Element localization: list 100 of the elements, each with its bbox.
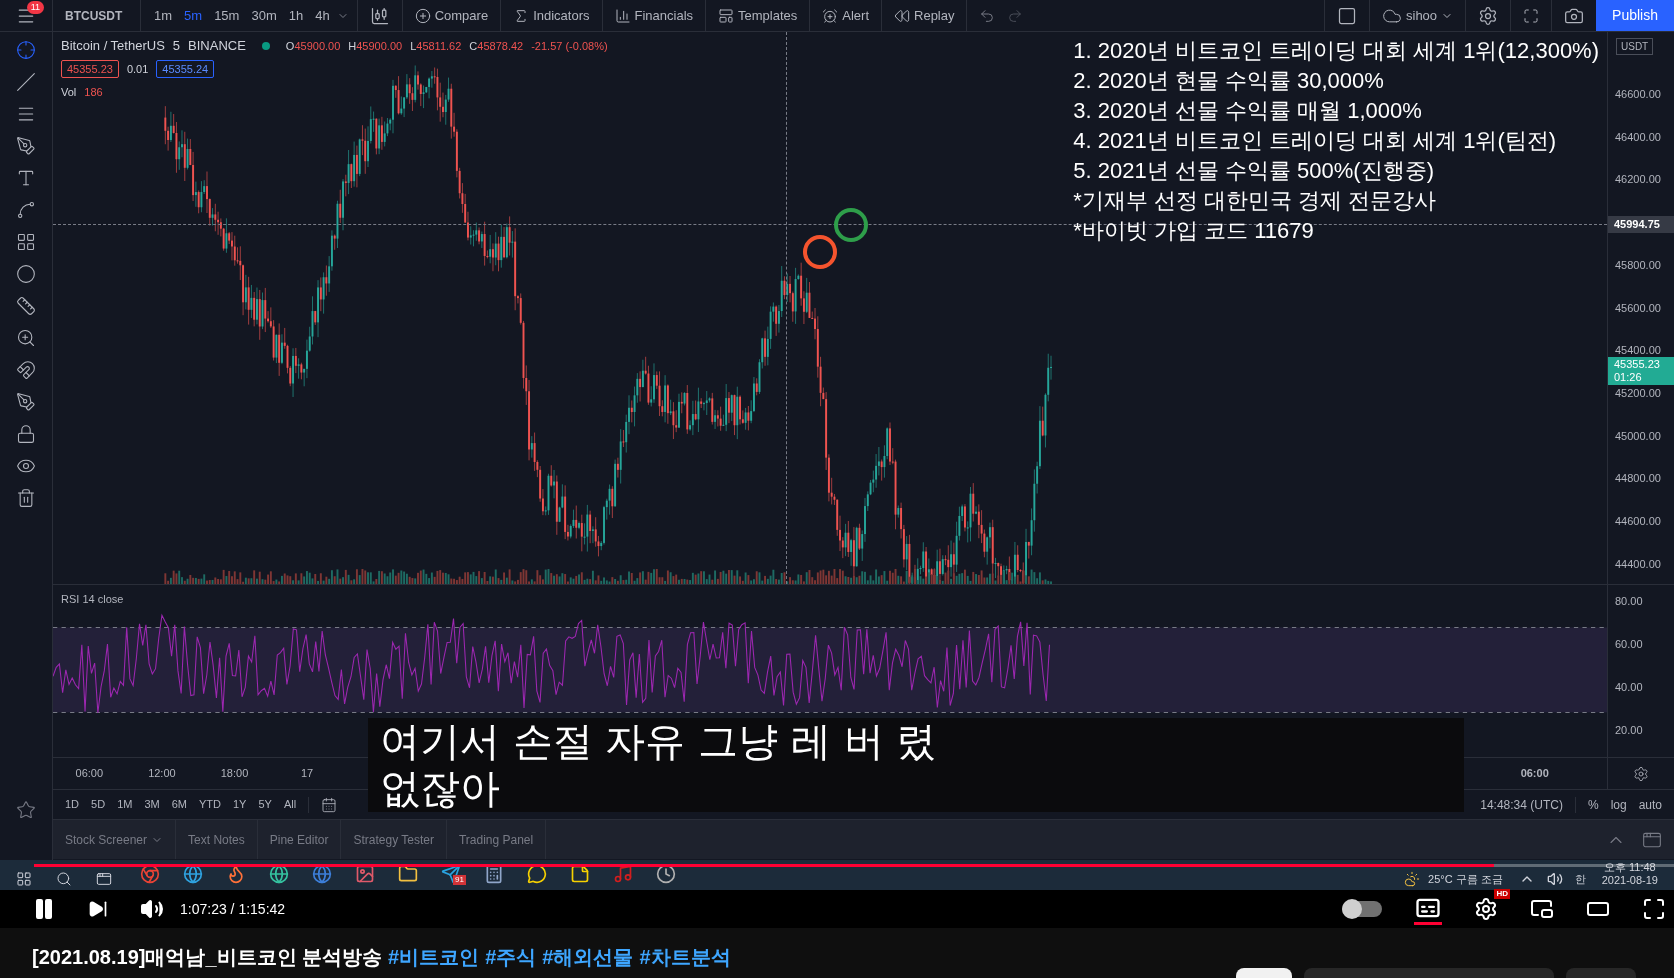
star-icon[interactable] xyxy=(16,800,36,820)
range-button[interactable]: YTD xyxy=(198,796,221,813)
bottom-tab[interactable]: Trading Panel xyxy=(446,820,547,859)
hashtag-link[interactable]: #차트분석 xyxy=(639,946,731,968)
settings-icon[interactable] xyxy=(1474,897,1498,921)
bottom-tab[interactable]: Text Notes xyxy=(176,820,258,859)
circle-icon[interactable] xyxy=(16,264,36,284)
symbol-title: Bitcoin / TetherUS xyxy=(61,37,165,55)
interval-button[interactable]: 15m xyxy=(209,5,245,26)
bottom-tab[interactable]: Pine Editor xyxy=(257,820,342,859)
pen-icon[interactable] xyxy=(16,136,36,156)
calendar-icon[interactable] xyxy=(321,796,338,813)
overlay-note: 3. 2020년 선물 수익률 매월 1,000% xyxy=(1073,97,1423,125)
range-button[interactable]: 3M xyxy=(144,796,160,813)
template-icon xyxy=(718,7,735,24)
volume-icon[interactable] xyxy=(140,897,164,921)
volume-icon[interactable] xyxy=(1546,871,1563,887)
interval-button[interactable]: 30m xyxy=(246,5,282,26)
spread-value: 0.01 xyxy=(126,61,149,77)
video-title: [2021.08.19]매억남_비트코인 분석방송 #비트코인 #주식 #해외선물 #차트분석 xyxy=(32,945,732,970)
volume-label: Vol xyxy=(61,85,77,100)
rsi-axis-label: 40.00 xyxy=(1615,680,1643,695)
magnet-icon[interactable] xyxy=(16,360,36,380)
grid-icon[interactable] xyxy=(16,232,36,252)
interval-button[interactable]: 5m xyxy=(179,5,208,26)
bottom-tab[interactable]: Strategy Tester xyxy=(341,820,447,859)
range-button[interactable]: 1M xyxy=(117,796,133,813)
toolbar-button[interactable]: Compare xyxy=(402,0,502,31)
bar-chart-icon xyxy=(614,7,631,24)
ohlc-value: O45900.00 xyxy=(285,38,341,54)
time-label: 06:00 xyxy=(74,766,105,782)
hashtag-link[interactable]: #비트코인 xyxy=(388,946,480,968)
overlay-note: 2. 2020년 현물 수익률 30,000% xyxy=(1073,67,1385,95)
hashtag-link[interactable]: #해외선물 xyxy=(542,946,634,968)
sell-price[interactable]: 45355.23 xyxy=(61,59,119,78)
interval-button[interactable]: 1h xyxy=(283,5,309,26)
range-button[interactable]: 6M xyxy=(171,796,187,813)
rsi-label: RSI 14 close xyxy=(61,592,124,607)
toolbar-button[interactable]: Replay xyxy=(882,0,968,31)
crosshair-icon[interactable] xyxy=(16,40,36,60)
overlay-note: *기재부 선정 대한민국 경제 전문강사 xyxy=(1073,187,1438,215)
price-label: 44400.00 xyxy=(1615,556,1661,572)
price-label: 45400.00 xyxy=(1615,343,1661,359)
rsi-axis-label: 80.00 xyxy=(1615,594,1643,609)
notification-badge: 11 xyxy=(26,1,44,14)
weather-text[interactable]: 25°C 구름 조금 xyxy=(1428,870,1503,887)
bottom-tab[interactable]: Stock Screener xyxy=(53,820,177,859)
ime-indicator[interactable]: 한 xyxy=(1574,870,1586,887)
autoplay-toggle[interactable] xyxy=(1342,901,1382,917)
quality-badge: HD xyxy=(1494,889,1510,899)
next-icon[interactable] xyxy=(88,899,108,919)
currency-label: USDT xyxy=(1616,38,1654,55)
windows-icon[interactable] xyxy=(16,871,32,887)
buy-price[interactable]: 45355.24 xyxy=(156,59,215,78)
ruler-icon[interactable] xyxy=(16,296,36,316)
interval-button[interactable]: 4h xyxy=(310,5,335,26)
hashtag-link[interactable]: #주식 xyxy=(485,946,537,968)
square-icon[interactable] xyxy=(1337,5,1357,26)
subtitle-line: 없잖아 xyxy=(380,765,501,812)
toolbar-button[interactable]: Templates xyxy=(706,0,811,31)
toolbar-button[interactable]: Alert xyxy=(810,0,882,31)
crosshair-price-label: 45994.75 xyxy=(1608,216,1674,233)
text-icon[interactable] xyxy=(16,168,36,188)
task-view-icon[interactable] xyxy=(96,871,112,887)
search-icon[interactable] xyxy=(56,871,72,887)
range-button[interactable]: 5D xyxy=(91,796,106,813)
overlay-note: *바이빗 가입 코드 11679 xyxy=(1073,217,1315,245)
interval-button[interactable]: 1m xyxy=(149,5,178,26)
trend-line-icon[interactable] xyxy=(16,72,36,92)
time-label: 06:00 xyxy=(1519,766,1550,782)
miniplayer-icon[interactable] xyxy=(1530,897,1554,921)
range-button[interactable]: 1D xyxy=(65,796,80,813)
overlay-note: 1. 2020년 비트코인 트레이딩 대회 세계 1위(12,300%) xyxy=(1073,37,1599,65)
range-button[interactable]: All xyxy=(283,796,297,813)
weather-icon[interactable] xyxy=(1404,871,1420,887)
settings-icon[interactable] xyxy=(1478,5,1499,26)
toolbar-button[interactable]: Indicators xyxy=(501,0,603,31)
undo-icon[interactable] xyxy=(979,7,996,24)
subtitle-line: 여기서 손절 자유 그냥 레 버 렸 xyxy=(380,718,938,765)
last-price-label: 45355.23 01:26 xyxy=(1608,357,1674,385)
fullscreen-icon[interactable] xyxy=(1642,897,1666,921)
scale-button[interactable]: % xyxy=(1587,795,1599,814)
pattern-icon[interactable] xyxy=(16,200,36,220)
candlestick-icon[interactable] xyxy=(369,5,390,26)
clock-text: 14:48:34 (UTC) xyxy=(1480,796,1563,814)
time-label: 12:00 xyxy=(147,766,177,782)
time-label: 18:00 xyxy=(219,766,250,782)
range-button[interactable]: 5Y xyxy=(258,796,272,813)
price-label: 46400.00 xyxy=(1615,129,1661,145)
symbol-name[interactable]: BTCUSDT xyxy=(53,0,141,31)
lock-icon[interactable] xyxy=(16,424,36,444)
scale-button[interactable]: auto xyxy=(1638,795,1662,814)
range-button[interactable]: 1Y xyxy=(232,796,247,813)
trash-icon[interactable] xyxy=(16,488,36,508)
toolbar-button[interactable]: Financials xyxy=(602,0,707,31)
publish-button[interactable]: Publish xyxy=(1596,0,1674,31)
zoom-in-icon[interactable] xyxy=(16,328,36,348)
scale-button[interactable]: log xyxy=(1610,795,1627,814)
layout-button[interactable]: sihoo xyxy=(1369,0,1466,31)
circle-marker-drawing xyxy=(803,235,837,269)
